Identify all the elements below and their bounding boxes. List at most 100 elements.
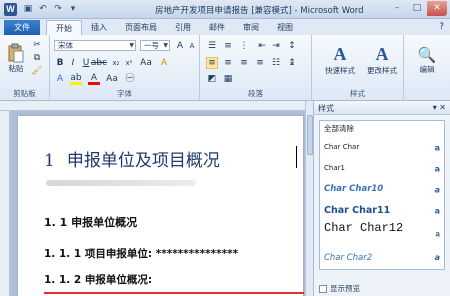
heading-1-text: 申报单位及项目概况	[66, 151, 220, 171]
bullets-icon[interactable]: ☰	[206, 40, 218, 52]
numbering-icon[interactable]: ≡	[222, 40, 234, 52]
styles-pane-header: 样式 ▾ ✕	[314, 101, 450, 115]
align-left-icon[interactable]: ≡	[206, 57, 218, 69]
character-style-icon: a	[434, 206, 440, 215]
enclose-characters-icon[interactable]: ㊀	[124, 73, 136, 85]
character-shading-icon[interactable]: Aa	[106, 73, 118, 85]
style-item[interactable]: Char1 a	[320, 158, 444, 179]
tab-view[interactable]: 视图	[268, 20, 302, 35]
style-item-label: Char Char11	[324, 205, 391, 216]
tab-references[interactable]: 引用	[166, 20, 200, 35]
shading-icon[interactable]: ◩	[206, 73, 218, 85]
tab-review[interactable]: 审阅	[234, 20, 268, 35]
close-button[interactable]: ✕	[427, 1, 447, 16]
copy-icon[interactable]: ⧉	[31, 52, 43, 64]
tab-insert[interactable]: 插入	[82, 20, 116, 35]
paste-button[interactable]: 粘贴	[4, 39, 28, 77]
font-color-icon[interactable]: A	[88, 73, 100, 85]
horizontal-ruler[interactable]	[0, 101, 310, 111]
font-size-value: 一号	[144, 41, 159, 50]
change-styles-button[interactable]: A 更改样式	[362, 38, 402, 82]
clear-formatting-icon[interactable]: A	[158, 57, 170, 69]
distributed-icon[interactable]: ☷	[270, 57, 282, 69]
editing-label: 编辑	[419, 64, 435, 74]
style-item[interactable]: Char Char2 a	[320, 248, 444, 268]
highlight-icon[interactable]: ab	[70, 73, 82, 85]
save-icon[interactable]: ▣	[22, 3, 34, 15]
styles-list: 全部清除 Char Char a Char1 a Char Char10 a Char…	[319, 120, 445, 270]
tab-home[interactable]: 开始	[46, 20, 82, 35]
paragraph-group-label: 段落	[248, 89, 263, 98]
heading-1-number: 1	[44, 151, 55, 171]
heading-1[interactable]: 1 申报单位及项目概况	[44, 146, 220, 171]
show-preview-label: 显示预览	[330, 284, 360, 293]
text-cursor	[296, 146, 297, 168]
style-item[interactable]: Char Char12 a	[320, 221, 444, 248]
decrease-indent-icon[interactable]: ⇤	[256, 40, 268, 52]
strikethrough-icon[interactable]: abc	[91, 57, 107, 69]
show-preview-option[interactable]: 显示预览	[319, 283, 360, 294]
help-icon[interactable]: ?	[439, 20, 444, 35]
style-item-label: Char1	[324, 164, 345, 172]
binoculars-icon: 🔍	[417, 45, 437, 64]
styles-pane-title: 样式	[318, 104, 334, 113]
ribbon: 粘贴 ✂ ⧉ 🖌 剪贴板 宋体 ▼ 一号 ▼ A A B I U abc x₂ x²…	[0, 35, 450, 101]
vertical-scrollbar[interactable]	[305, 101, 313, 296]
style-item[interactable]: Char Char a	[320, 137, 444, 158]
window-title: 房地产开发项目申请报告 [兼容模式] - Microsoft Word	[155, 6, 364, 16]
quick-access-toolbar: ▣ ↶ ↷ ▾	[22, 3, 79, 15]
font-size-combo[interactable]: 一号 ▼	[140, 40, 170, 51]
redo-icon[interactable]: ↷	[52, 3, 64, 15]
multilevel-list-icon[interactable]: ⋮	[238, 40, 250, 52]
pane-controls[interactable]: ▾ ✕	[433, 103, 446, 112]
superscript-icon[interactable]: x²	[123, 57, 135, 69]
word-app-icon[interactable]: W	[4, 3, 17, 16]
increase-indent-icon[interactable]: ⇥	[270, 40, 282, 52]
line-spacing-icon[interactable]: ↨	[286, 57, 298, 69]
undo-icon[interactable]: ↶	[37, 3, 49, 15]
font-name-combo[interactable]: 宋体 ▼	[54, 40, 136, 51]
style-item-label: 全部清除	[324, 124, 354, 133]
heading-3-overview[interactable]: 1. 1. 2 申报单位概况:	[44, 272, 152, 287]
show-preview-checkbox[interactable]	[319, 284, 327, 293]
align-center-icon[interactable]: ≡	[222, 57, 234, 69]
document-area: 1 申报单位及项目概况 1. 1 申报单位概况 1. 1. 1 项目申报单位: *…	[10, 111, 305, 296]
editing-button[interactable]: 🔍 编辑	[408, 38, 446, 82]
tab-page-layout[interactable]: 页面布局	[116, 20, 166, 35]
font-name-value: 宋体	[58, 41, 73, 50]
format-painter-icon[interactable]: 🖌	[31, 65, 43, 77]
vertical-ruler[interactable]	[0, 111, 10, 296]
character-style-icon: a	[434, 253, 440, 262]
customize-icon[interactable]: ▾	[67, 3, 79, 15]
shrink-font-icon[interactable]: A	[186, 40, 198, 52]
text-effects-icon[interactable]: A	[54, 73, 66, 85]
borders-icon[interactable]: ▦	[222, 73, 234, 85]
editing-group: 🔍 编辑	[404, 35, 450, 101]
blurred-text	[46, 180, 196, 186]
style-item[interactable]: Char Char11 a	[320, 200, 444, 221]
paste-icon	[8, 43, 24, 62]
sort-icon[interactable]: ↕	[286, 40, 298, 52]
font-group-label: 字体	[117, 89, 132, 98]
document-page[interactable]: 1 申报单位及项目概况 1. 1 申报单位概况 1. 1. 1 项目申报单位: *…	[18, 116, 304, 296]
character-style-icon: a	[434, 143, 440, 152]
character-style-icon: a	[434, 185, 440, 194]
subscript-icon[interactable]: x₂	[110, 57, 122, 69]
bold-icon[interactable]: B	[54, 57, 66, 69]
change-case-icon[interactable]: Aa	[140, 57, 152, 69]
heading-2[interactable]: 1. 1 申报单位概况	[44, 214, 137, 230]
italic-icon[interactable]: I	[67, 57, 79, 69]
grow-font-icon[interactable]: A	[174, 40, 186, 52]
style-item[interactable]: Char Char10 a	[320, 179, 444, 200]
heading-3-applicant[interactable]: 1. 1. 1 项目申报单位: ***************	[44, 246, 238, 261]
quick-styles-button[interactable]: A 快速样式	[320, 38, 360, 82]
style-item-clear-all[interactable]: 全部清除	[320, 121, 444, 137]
justify-icon[interactable]: ≡	[254, 57, 266, 69]
tab-file[interactable]: 文件	[4, 20, 40, 35]
align-right-icon[interactable]: ≡	[238, 57, 250, 69]
maximize-button[interactable]: □	[407, 1, 427, 16]
title-bar: W ▣ ↶ ↷ ▾ 房地产开发项目申请报告 [兼容模式] - Microsoft…	[0, 0, 450, 19]
cut-icon[interactable]: ✂	[31, 39, 43, 51]
minimize-button[interactable]: –	[387, 1, 407, 16]
tab-mailings[interactable]: 邮件	[200, 20, 234, 35]
